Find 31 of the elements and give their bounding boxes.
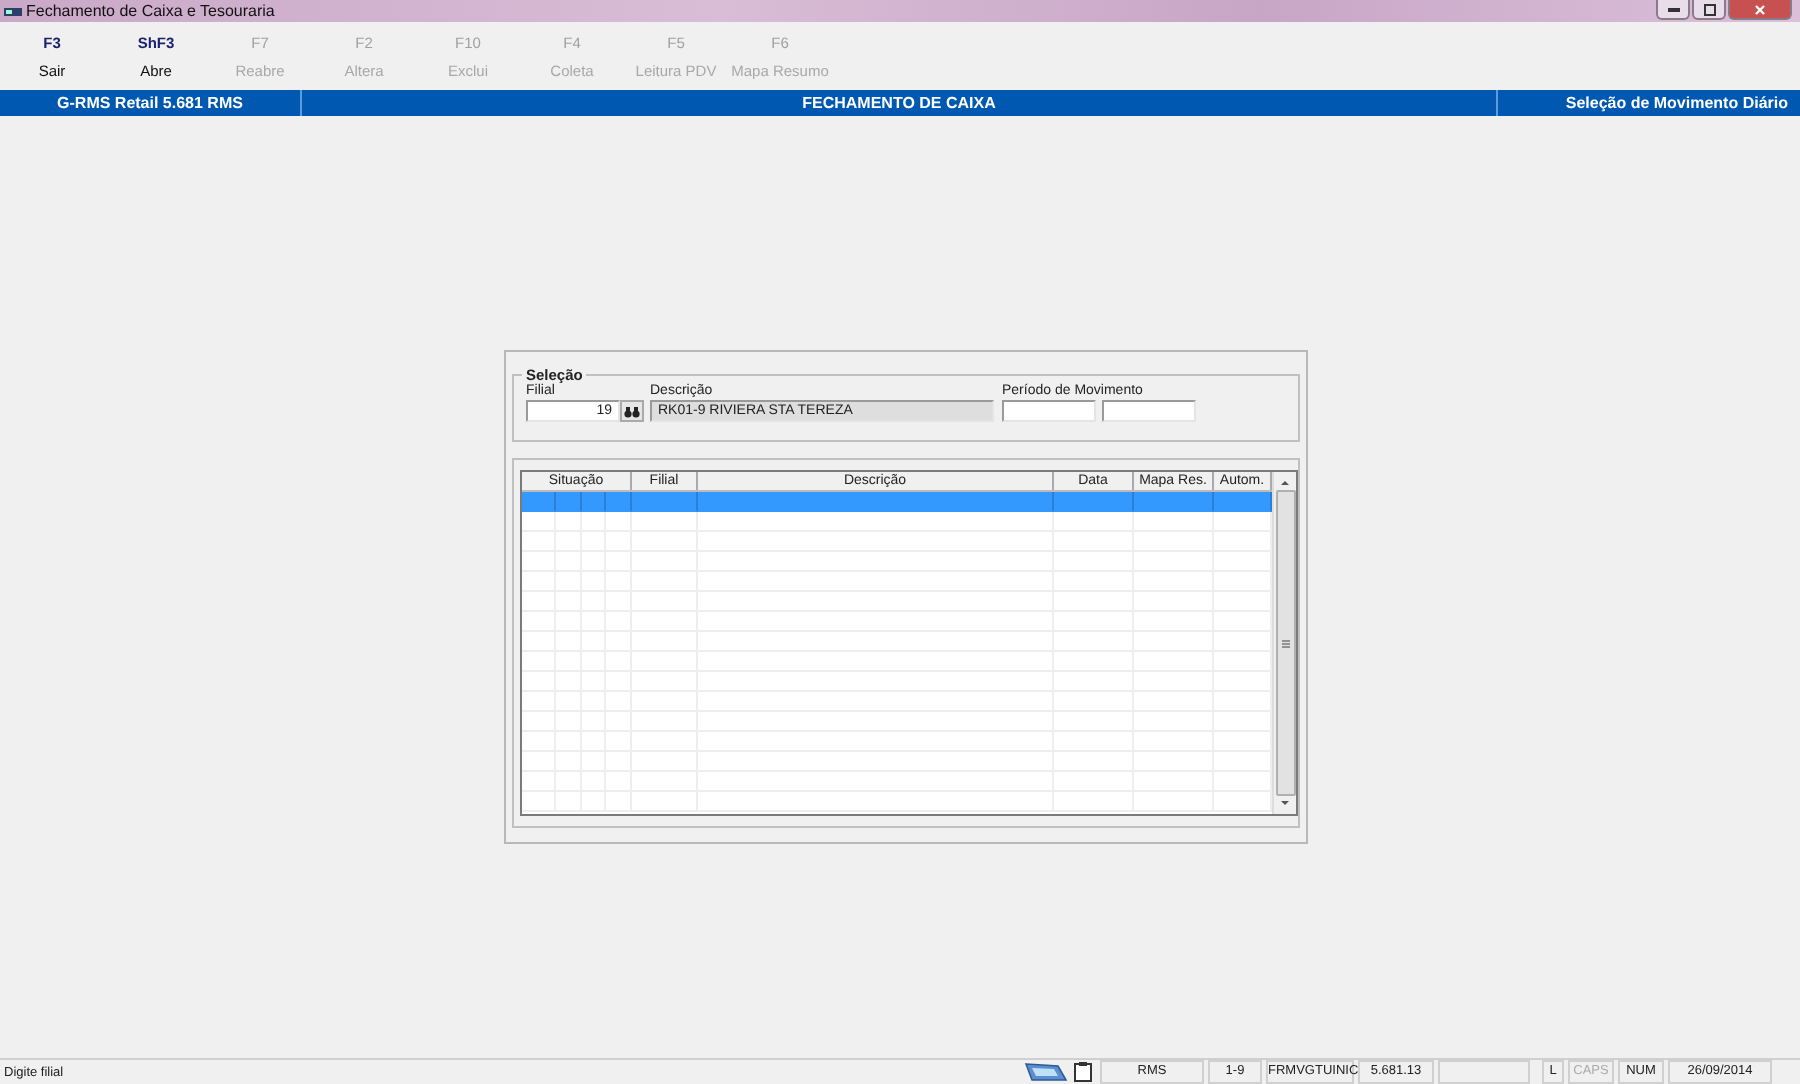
table-row[interactable] (522, 672, 1272, 692)
clipboard-icon (1074, 1062, 1092, 1082)
table-row[interactable] (522, 612, 1272, 632)
table-row[interactable] (522, 732, 1272, 752)
scrollbar[interactable] (1272, 472, 1296, 814)
table-row[interactable] (522, 592, 1272, 612)
table-row[interactable] (522, 692, 1272, 712)
maximize-button[interactable] (1692, 0, 1726, 20)
window-title: Fechamento de Caixa e Tesouraria (26, 2, 275, 20)
app-icon (4, 5, 22, 17)
input-field[interactable] (1102, 400, 1196, 422)
maximize-icon (1703, 3, 1715, 15)
grip-icon (1281, 639, 1289, 647)
monitor-icon (1024, 1062, 1068, 1082)
table-row[interactable] (522, 532, 1272, 552)
table-row[interactable] (522, 752, 1272, 772)
screen-subtitle: Seleção de Movimento Diário (1563, 92, 1790, 116)
input-field[interactable] (1002, 400, 1096, 422)
table-row[interactable] (522, 552, 1272, 572)
table-row[interactable] (522, 572, 1272, 592)
screen-title: FECHAMENTO DE CAIXA (302, 90, 1498, 116)
table-row[interactable] (522, 632, 1272, 652)
minimize-icon (1667, 7, 1679, 11)
table-row[interactable] (522, 712, 1272, 732)
table-row[interactable] (522, 512, 1272, 532)
close-icon (1754, 3, 1766, 15)
app-version-label: G-RMS Retail 5.681 RMS (0, 90, 302, 116)
table-row[interactable] (522, 652, 1272, 672)
minimize-button[interactable] (1656, 0, 1690, 20)
search-button[interactable] (620, 400, 644, 422)
close-button[interactable] (1728, 0, 1792, 20)
